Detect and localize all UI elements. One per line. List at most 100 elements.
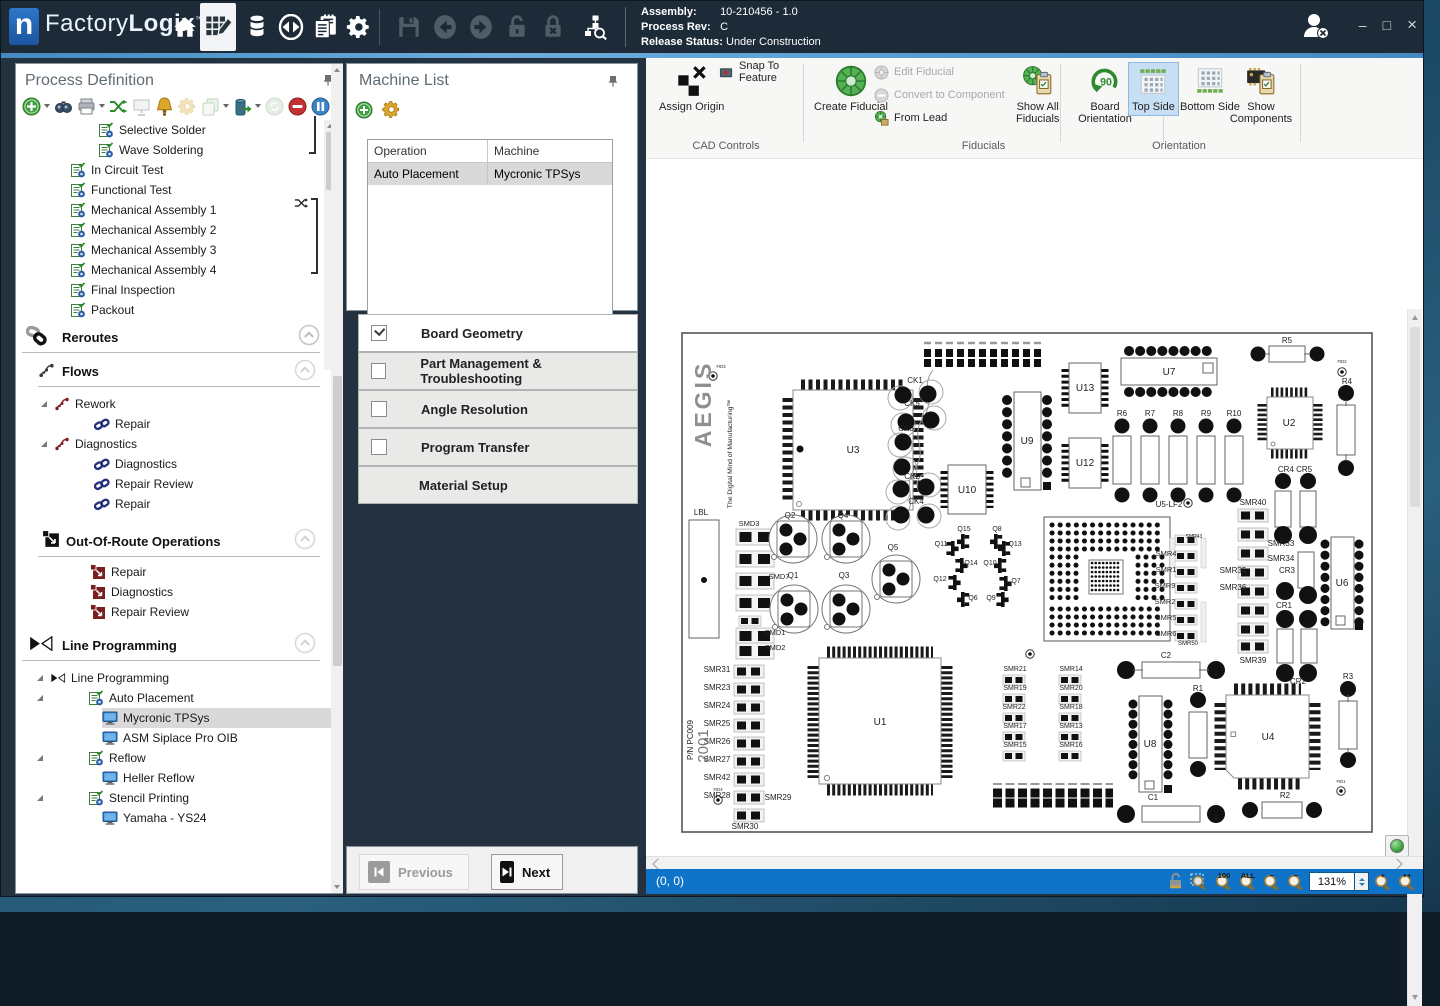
previous-button[interactable]: Previous bbox=[359, 854, 469, 890]
flows-header[interactable]: Flows bbox=[62, 364, 99, 379]
canvas-hscrollbar[interactable] bbox=[646, 856, 1423, 870]
presentation-icon[interactable] bbox=[132, 96, 151, 116]
machine-settings-button[interactable] bbox=[382, 100, 401, 119]
close-button[interactable]: × bbox=[1407, 15, 1417, 35]
snap-to-feature-button[interactable]: Snap To Feature bbox=[719, 62, 801, 82]
zoom-100-icon[interactable]: 100 bbox=[1213, 871, 1234, 892]
expander-icon[interactable] bbox=[40, 400, 48, 408]
out-of-route-item[interactable]: Repair Review bbox=[90, 602, 189, 622]
zoom-stepper[interactable] bbox=[1355, 872, 1369, 891]
expander-icon[interactable] bbox=[36, 694, 44, 702]
pin-icon[interactable] bbox=[607, 74, 619, 87]
delete-icon[interactable] bbox=[233, 96, 261, 116]
home-icon[interactable] bbox=[169, 11, 201, 43]
lp-tree-item[interactable]: Yamaha - YS24 bbox=[102, 808, 207, 828]
show-all-fiducials-button[interactable]: Show All Fiducials bbox=[1012, 62, 1063, 128]
user-logout-icon[interactable] bbox=[1299, 9, 1333, 43]
settings-icon[interactable] bbox=[178, 96, 197, 116]
bell-icon[interactable] bbox=[155, 96, 174, 116]
assign-origin-button[interactable]: Assign Origin bbox=[655, 62, 728, 116]
next-button[interactable]: Next bbox=[491, 854, 563, 890]
process-tree-item[interactable]: Final Inspection bbox=[70, 280, 175, 300]
expander-icon[interactable] bbox=[36, 754, 44, 762]
find-icon[interactable] bbox=[54, 96, 73, 116]
process-tree-item[interactable]: Mechanical Assembly 4 bbox=[70, 260, 216, 280]
flow-group-item[interactable]: Rework bbox=[40, 394, 116, 414]
step-board-geometry[interactable]: Board Geometry bbox=[358, 314, 638, 352]
step-part-management-troubleshooting[interactable]: Part Management & Troubleshooting bbox=[358, 352, 638, 390]
process-tree-item[interactable]: Selective Solder bbox=[98, 120, 206, 140]
lp-tree-item[interactable]: Mycronic TPSys bbox=[102, 708, 336, 728]
reroutes-header[interactable]: Reroutes bbox=[62, 330, 118, 345]
reroute-link-item[interactable]: Diagnostics bbox=[94, 454, 177, 474]
zoom-window-icon[interactable] bbox=[1189, 871, 1210, 892]
lp-tree-item[interactable]: Reflow bbox=[36, 748, 146, 768]
pan-lock-icon[interactable] bbox=[1165, 871, 1186, 892]
lp-tree-item[interactable]: ASM Siplace Pro OIB bbox=[102, 728, 238, 748]
documents-icon[interactable] bbox=[309, 11, 341, 43]
reroute-link-item[interactable]: Repair bbox=[94, 494, 150, 514]
process-audit-icon[interactable] bbox=[579, 11, 611, 43]
canvas-refresh-button[interactable] bbox=[1385, 835, 1409, 857]
zoom-out-slow-icon[interactable]: − bbox=[1261, 871, 1282, 892]
pause-icon[interactable] bbox=[311, 96, 330, 116]
step-checkbox[interactable] bbox=[371, 363, 386, 379]
zoom-in-fast-icon[interactable]: ++ bbox=[1396, 871, 1417, 892]
machine-table-row[interactable]: Auto PlacementMycronic TPSys bbox=[368, 163, 612, 185]
panel-scrollbar[interactable] bbox=[331, 64, 343, 893]
step-checkbox[interactable] bbox=[371, 401, 387, 417]
maximize-button[interactable]: □ bbox=[1383, 17, 1391, 33]
zoom-all-icon[interactable]: ALL bbox=[1237, 871, 1258, 892]
step-material-setup[interactable]: Material Setup bbox=[358, 466, 638, 504]
stop-icon[interactable] bbox=[288, 96, 307, 116]
lp-tree-item[interactable]: Line Programming bbox=[36, 668, 169, 688]
process-tree-item[interactable]: Packout bbox=[70, 300, 134, 320]
top-side-button[interactable]: Top Side bbox=[1128, 62, 1179, 116]
copy-icon[interactable] bbox=[201, 96, 229, 116]
settings-gear-icon[interactable] bbox=[343, 11, 375, 43]
step-checkbox[interactable] bbox=[371, 325, 387, 341]
expander-icon[interactable] bbox=[40, 440, 48, 448]
process-tree-item[interactable]: Functional Test bbox=[70, 180, 172, 200]
process-tree-item[interactable]: Mechanical Assembly 2 bbox=[70, 220, 216, 240]
edit-fiducial-button[interactable]: Edit Fiducial bbox=[874, 62, 954, 82]
oor-collapse-button[interactable] bbox=[294, 528, 316, 550]
lp-tree-item[interactable]: Heller Reflow bbox=[102, 768, 194, 788]
out-of-route-item[interactable]: Diagnostics bbox=[90, 582, 173, 602]
lp-tree-item[interactable]: Auto Placement bbox=[36, 688, 194, 708]
out-of-route-item[interactable]: Repair bbox=[90, 562, 146, 582]
show-components-button[interactable]: Show Components bbox=[1224, 62, 1298, 128]
zoom-in-icon[interactable]: + bbox=[1372, 871, 1393, 892]
line-programming-header[interactable]: Line Programming bbox=[62, 638, 177, 653]
reroute-link-item[interactable]: Repair Review bbox=[94, 474, 193, 494]
canvas-vscrollbar[interactable] bbox=[1407, 309, 1422, 1006]
flows-collapse-button[interactable] bbox=[294, 359, 316, 381]
reroute-link-item[interactable]: Repair bbox=[94, 414, 150, 434]
step-program-transfer[interactable]: Program Transfer bbox=[358, 428, 638, 466]
process-definition-tab-icon[interactable] bbox=[200, 3, 236, 51]
process-tree-item[interactable]: Mechanical Assembly 1 bbox=[70, 200, 216, 220]
from-lead-button[interactable]: From Lead bbox=[874, 108, 947, 128]
zoom-out-icon[interactable]: − bbox=[1285, 871, 1306, 892]
reroutes-collapse-button[interactable] bbox=[298, 324, 320, 346]
shuffle-icon[interactable] bbox=[109, 96, 128, 116]
production-icon[interactable] bbox=[275, 11, 307, 43]
flow-group-item[interactable]: Diagnostics bbox=[40, 434, 137, 454]
step-angle-resolution[interactable]: Angle Resolution bbox=[358, 390, 638, 428]
add-operation-icon[interactable] bbox=[22, 96, 50, 116]
sync-icon[interactable] bbox=[265, 96, 284, 116]
convert-to-component-button[interactable]: Convert to Component bbox=[874, 85, 1005, 105]
process-tree-item[interactable]: In Circuit Test bbox=[70, 160, 163, 180]
process-tree-item[interactable]: Wave Soldering bbox=[98, 140, 203, 160]
lp-tree-item[interactable]: Stencil Printing bbox=[36, 788, 189, 808]
materials-icon[interactable] bbox=[241, 11, 273, 43]
add-machine-button[interactable] bbox=[355, 101, 373, 119]
minimize-button[interactable]: – bbox=[1359, 17, 1367, 33]
lp-collapse-button[interactable] bbox=[294, 632, 316, 654]
step-checkbox[interactable] bbox=[371, 439, 387, 455]
print-icon[interactable] bbox=[77, 96, 105, 116]
out-of-route-header[interactable]: Out-Of-Route Operations bbox=[66, 534, 221, 549]
cad-canvas[interactable]: U3U9U10U13U12U7U2U6U8U4U1R5R4R6R7R8R9R10… bbox=[646, 159, 1423, 856]
process-tree-item[interactable]: Mechanical Assembly 3 bbox=[70, 240, 216, 260]
machine-table-header[interactable]: OperationMachine bbox=[368, 140, 612, 163]
